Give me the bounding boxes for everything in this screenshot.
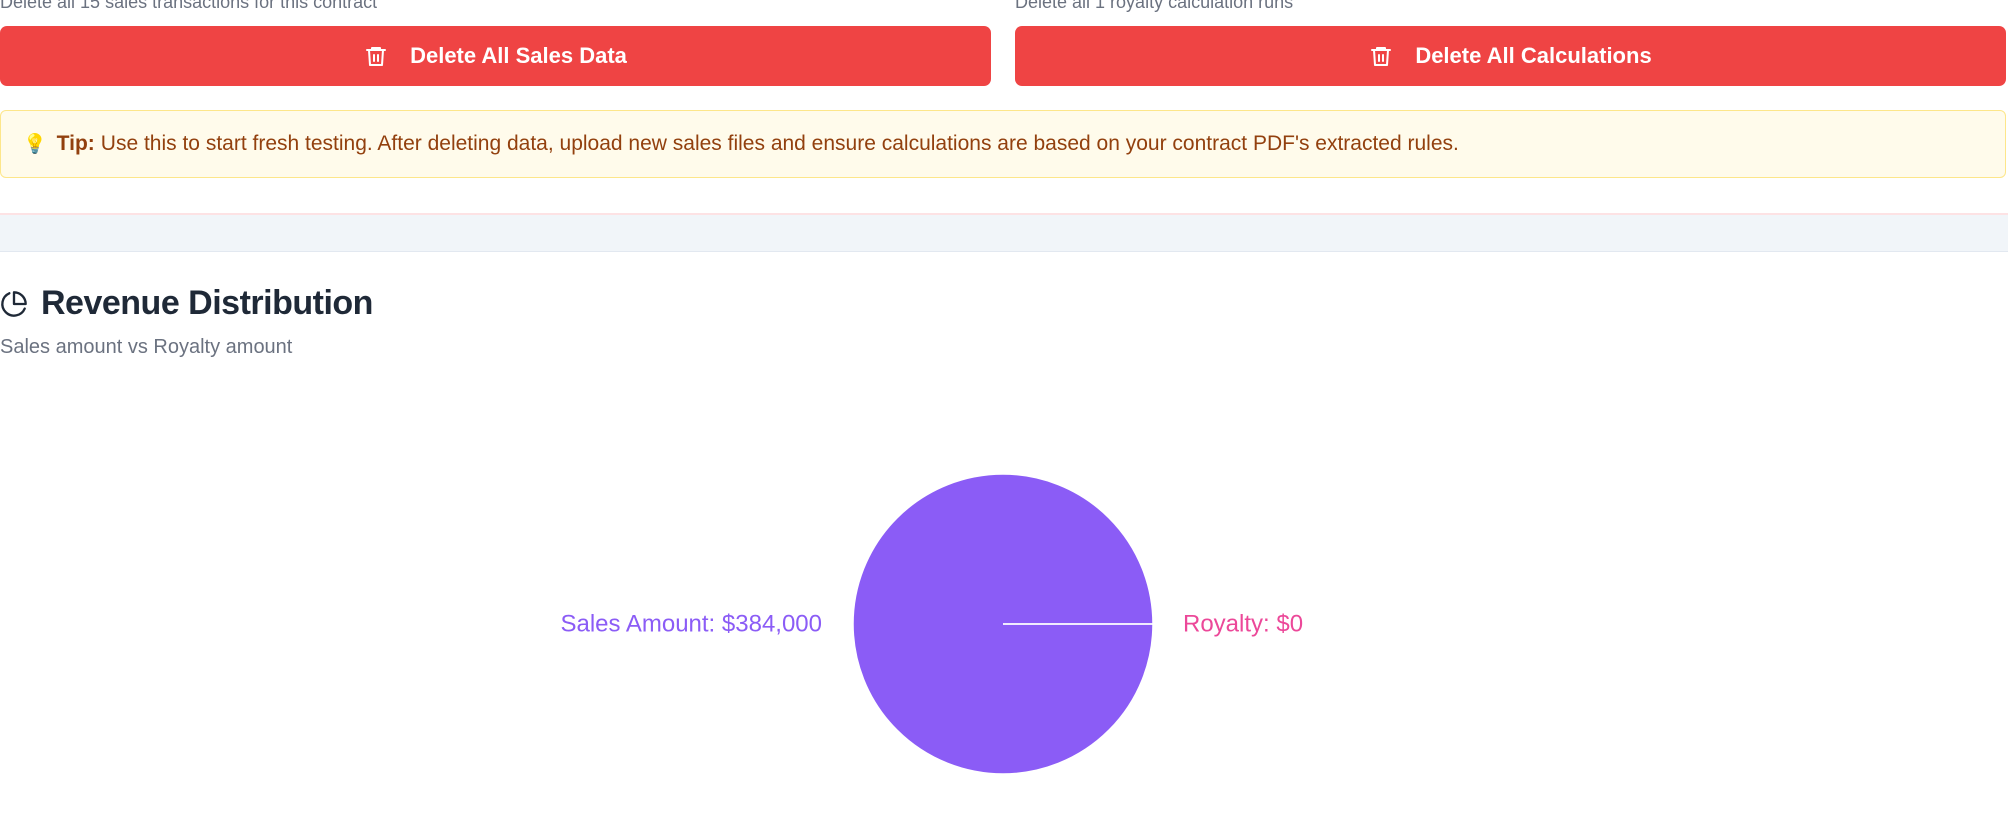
pie-label-royalty: Royalty: $0 [1183, 610, 1303, 637]
revenue-pie-chart: Sales Amount: $384,000 Royalty: $0 [560, 473, 1303, 775]
section-subtitle: Sales amount vs Royalty amount [0, 336, 293, 358]
section-title: Revenue Distribution [0, 284, 373, 323]
delete-sales-helper-text: Delete all 15 sales transactions for thi… [0, 0, 378, 12]
pie-label-sales-amount: Sales Amount: $384,000 [560, 610, 822, 637]
pie-chart-icon [0, 290, 28, 318]
trash-icon [1369, 44, 1393, 68]
section-gap [0, 215, 2008, 252]
tip-label: Tip: [56, 132, 95, 155]
section-title-text: Revenue Distribution [41, 284, 373, 322]
delete-calculations-helper-text: Delete all 1 royalty calculation runs [1015, 0, 1294, 12]
delete-all-sales-label: Delete All Sales Data [410, 43, 627, 68]
tip-box: 💡 Tip: Use this to start fresh testing. … [0, 110, 2006, 178]
tip-text: Use this to start fresh testing. After d… [100, 132, 1459, 155]
trash-icon [364, 44, 388, 68]
lightbulb-icon: 💡 [23, 134, 47, 155]
delete-all-calculations-button[interactable]: Delete All Calculations [1015, 26, 2006, 86]
delete-all-calculations-label: Delete All Calculations [1415, 43, 1652, 68]
delete-all-sales-button[interactable]: Delete All Sales Data [0, 26, 991, 86]
